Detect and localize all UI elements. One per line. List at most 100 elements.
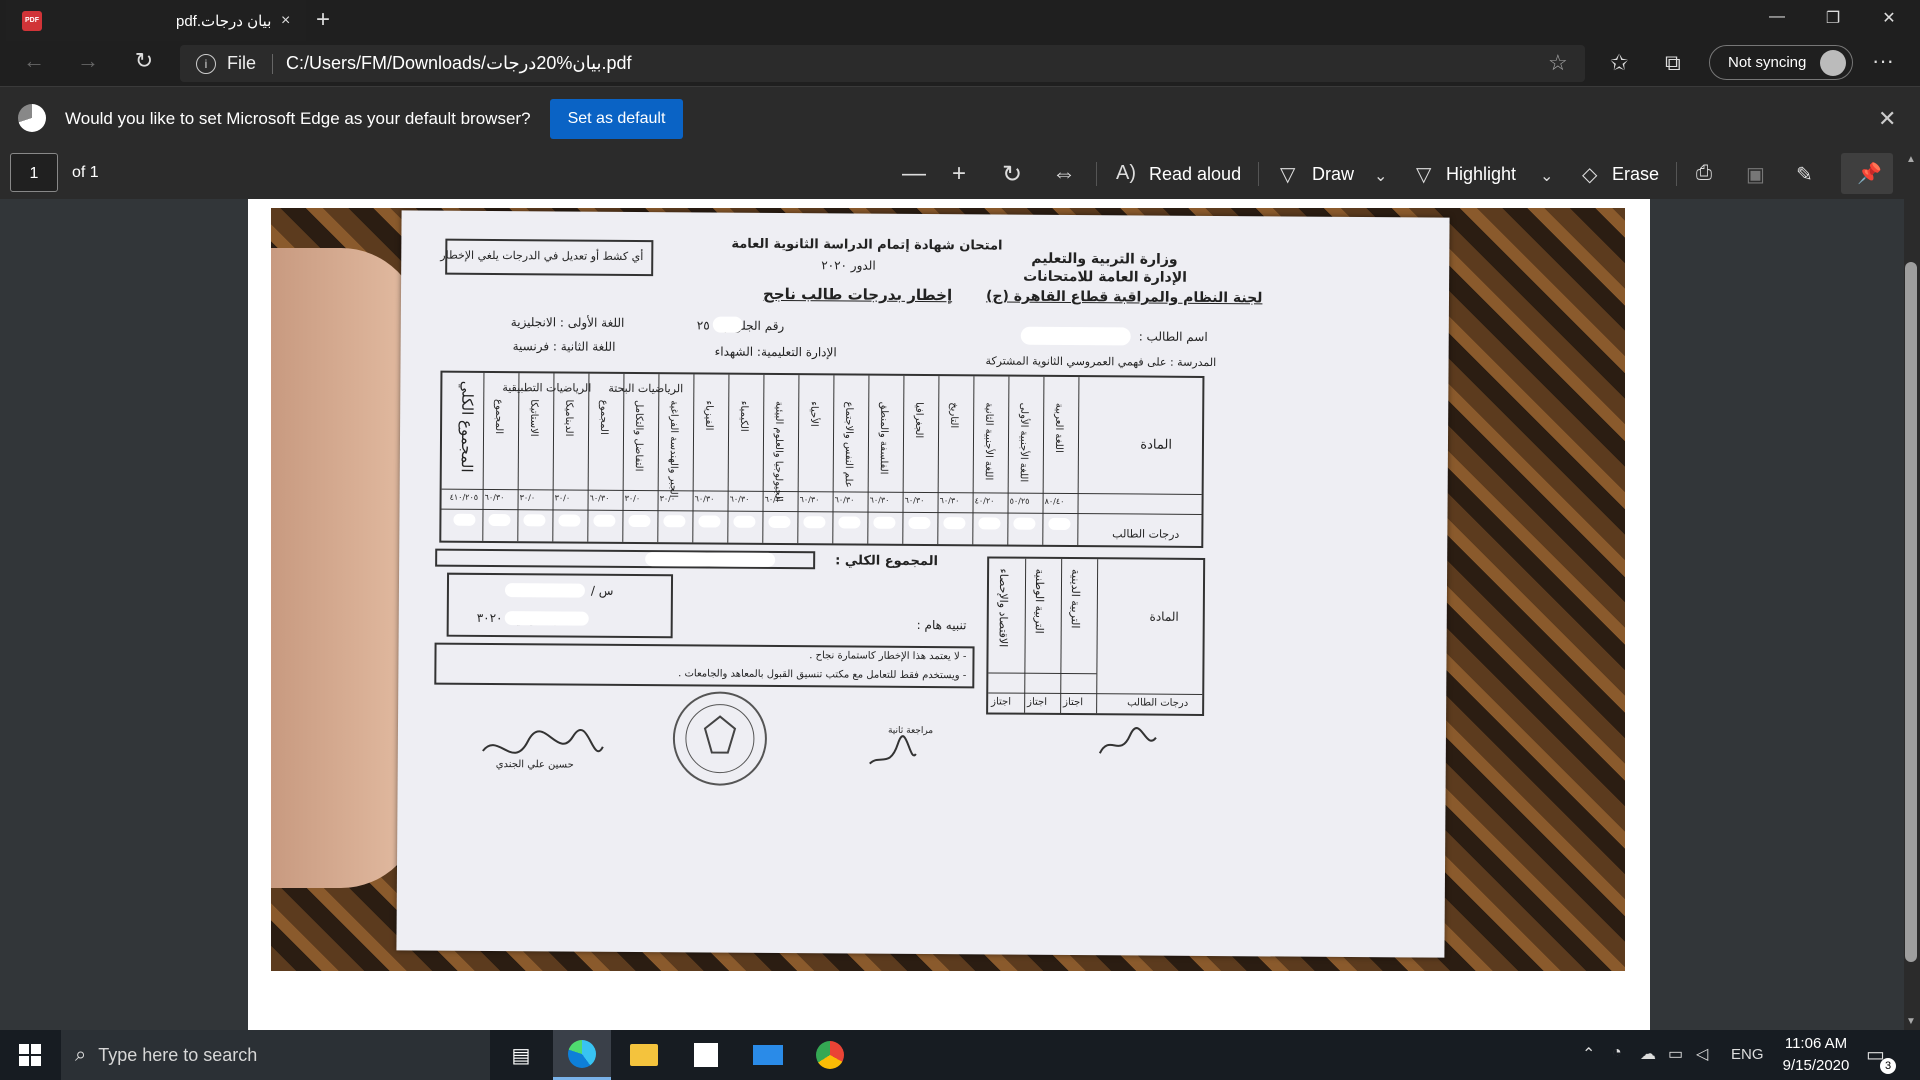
- draw-button[interactable]: Draw: [1312, 164, 1354, 185]
- show-hidden-icons[interactable]: ⌃: [1582, 1044, 1595, 1064]
- draw-icon[interactable]: ▽: [1280, 162, 1295, 187]
- task-view-button[interactable]: ▤: [492, 1030, 550, 1080]
- new-tab-button[interactable]: +: [316, 6, 330, 34]
- max-score-cell: ٣٠/٠: [519, 493, 536, 503]
- taskbar-mail[interactable]: [739, 1030, 797, 1080]
- student-grade-redaction: [558, 514, 581, 527]
- tab-title: pdf.بيان درجات: [176, 12, 272, 30]
- set-default-button[interactable]: Set as default: [550, 99, 683, 139]
- highlight-button[interactable]: Highlight: [1446, 164, 1516, 185]
- grade-column-rule: [552, 373, 555, 542]
- grade-column-header: المجموع الكلي: [457, 380, 477, 473]
- eraser-icon[interactable]: ◇: [1582, 162, 1597, 187]
- lower-col-religion: التربية الدينية: [1068, 569, 1083, 629]
- read-aloud-icon[interactable]: A): [1116, 162, 1136, 185]
- student-grade-redaction: [733, 515, 756, 528]
- wifi-icon[interactable]: ◔: [1612, 1044, 1622, 1062]
- url-text[interactable]: C:/Users/FM/Downloads/بيان%20درجات.pdf: [286, 53, 632, 74]
- grade-table: المادة درجات الطالب الرياضيات التطبيقية …: [439, 370, 1205, 548]
- school-name: المدرسة : على فهمي العمروسي الثانوية الم…: [985, 354, 1217, 370]
- grade-column-header: اللغة الأجنبية الأولى: [1017, 402, 1030, 483]
- lower-col-economics: الاقتصاد والإحصاء: [996, 568, 1011, 648]
- taskbar-store[interactable]: [677, 1030, 735, 1080]
- disclaimer-text: أي كشط أو تعديل في الدرجات يلغي الإخطار: [440, 248, 644, 264]
- max-score-cell: ٦٠/٣٠: [869, 495, 890, 505]
- zoom-in-button[interactable]: +: [952, 160, 966, 188]
- grade-column-rule: [867, 375, 870, 544]
- grade-column-rule: [482, 372, 485, 541]
- grade-column-rule: [657, 374, 660, 543]
- more-options-icon[interactable]: ···: [1872, 48, 1894, 74]
- taskbar-chrome[interactable]: [801, 1030, 859, 1080]
- grade-column-rule: [1007, 376, 1010, 545]
- page-count-label: of 1: [72, 164, 99, 181]
- student-grade-redaction: [1013, 517, 1036, 530]
- favorite-star-icon[interactable]: ☆: [1548, 50, 1568, 76]
- url-divider: [272, 54, 273, 74]
- grade-column-rule: [1042, 376, 1045, 545]
- tab-close-icon[interactable]: ×: [281, 12, 290, 30]
- scrollbar-thumb[interactable]: [1905, 262, 1917, 962]
- edge-icon: [568, 1039, 596, 1068]
- save-icon[interactable]: ▣: [1746, 162, 1765, 187]
- scroll-down-arrow[interactable]: ▼: [1906, 1016, 1916, 1027]
- print-icon[interactable]: ⎙: [1696, 162, 1712, 185]
- taskbar-search[interactable]: ⌕ Type here to search: [61, 1030, 490, 1080]
- max-score-cell: ٦٠/٣٠: [904, 495, 925, 506]
- grade-notice-sheet: أي كشط أو تعديل في الدرجات يلغي الإخطار …: [396, 210, 1450, 958]
- clock-time[interactable]: 11:06 AM: [1781, 1035, 1851, 1052]
- onedrive-icon[interactable]: ☁: [1640, 1044, 1656, 1064]
- s-label: س /: [590, 583, 614, 598]
- grade-column-header: الديناميكا: [563, 399, 575, 437]
- read-aloud-button[interactable]: Read aloud: [1149, 164, 1241, 185]
- grade-column-header: الفلسفة والمنطق: [877, 401, 890, 475]
- favorites-icon[interactable]: ✩: [1610, 50, 1628, 76]
- fit-page-icon[interactable]: ⇔: [1052, 160, 1076, 188]
- highlight-chevron-icon[interactable]: ⌄: [1540, 166, 1553, 186]
- page-number-input[interactable]: 1: [10, 153, 58, 192]
- reload-button[interactable]: ↻: [128, 48, 160, 74]
- ministry-line-1: وزارة التربية والتعليم: [1031, 250, 1178, 268]
- notification-count-badge: 3: [1880, 1058, 1896, 1074]
- profile-sync-button[interactable]: Not syncing: [1709, 45, 1853, 80]
- highlight-icon[interactable]: ▽: [1416, 162, 1431, 187]
- lower-subject-header: المادة: [1149, 609, 1179, 624]
- restore-button[interactable]: ❐: [1810, 8, 1856, 28]
- student-grade-redaction: [768, 515, 791, 529]
- volume-icon[interactable]: ◁: [1696, 1044, 1708, 1064]
- max-score-cell: ٨٠/٤٠: [1044, 496, 1065, 506]
- pin-toolbar-button[interactable]: 📌: [1841, 153, 1893, 194]
- note-line-1: - لا يعتمد هذا الإخطار كاستمارة نجاح .: [809, 650, 967, 663]
- grade-column-header: الجبر والهندسة الفراغية: [667, 400, 680, 498]
- sync-label: Not syncing: [1728, 54, 1807, 71]
- language-indicator[interactable]: ENG: [1731, 1046, 1764, 1063]
- close-window-button[interactable]: ✕: [1866, 8, 1912, 28]
- toolbar-divider: [1096, 162, 1097, 186]
- start-button[interactable]: [0, 1030, 60, 1080]
- ministry-line-2: الإدارة العامة للامتحانات: [1023, 268, 1188, 286]
- forward-button[interactable]: →: [72, 48, 104, 74]
- minimize-button[interactable]: —: [1754, 8, 1800, 26]
- max-score-cell: ٦٠/٣٠: [729, 494, 750, 504]
- clock-date[interactable]: 9/15/2020: [1774, 1057, 1858, 1074]
- draw-chevron-icon[interactable]: ⌄: [1374, 166, 1387, 186]
- grade-column-rule: [587, 373, 590, 542]
- info-icon[interactable]: i: [196, 54, 216, 74]
- erase-button[interactable]: Erase: [1612, 164, 1659, 185]
- taskbar-file-explorer[interactable]: [615, 1030, 673, 1080]
- save-as-icon[interactable]: ✎: [1796, 162, 1813, 187]
- lower-grade-table: المادة درجات الطالب الاقتصاد والإحصاء ال…: [986, 556, 1206, 716]
- zoom-out-button[interactable]: —: [902, 160, 926, 188]
- chrome-icon: [816, 1041, 844, 1069]
- battery-icon[interactable]: ▭: [1668, 1044, 1683, 1064]
- browser-tab[interactable]: PDF pdf.بيان درجات ×: [6, 0, 306, 41]
- rotate-icon[interactable]: ↻: [1002, 160, 1022, 189]
- collections-icon[interactable]: ⧉: [1665, 50, 1681, 76]
- back-button[interactable]: ←: [18, 48, 50, 74]
- store-icon: [694, 1043, 718, 1067]
- folder-icon: [630, 1044, 658, 1066]
- infobar-close-icon[interactable]: ✕: [1878, 106, 1896, 132]
- grade-column-header: اللغة الأجنبية الثانية: [982, 402, 995, 481]
- scroll-up-arrow[interactable]: ▲: [1906, 154, 1916, 165]
- taskbar-edge[interactable]: [553, 1030, 611, 1080]
